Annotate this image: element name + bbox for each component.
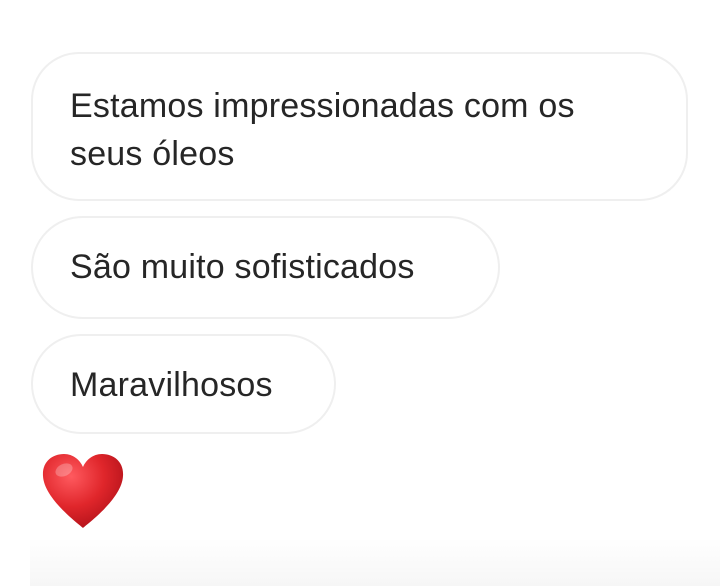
chat-thread: Estamos impressionadas com os seus óleos… [0, 0, 720, 586]
heart-shape [42, 454, 124, 528]
red-heart-icon[interactable] [40, 452, 126, 532]
message-bubble[interactable]: Estamos impressionadas com os seus óleos [31, 52, 688, 201]
composer-area-edge [30, 538, 720, 586]
message-bubble[interactable]: Maravilhosos [31, 334, 336, 434]
message-text: São muito sofisticados [70, 248, 415, 286]
message-text: Maravilhosos [70, 366, 273, 404]
message-text: Estamos impressionadas com os seus óleos [70, 87, 575, 173]
message-bubble[interactable]: São muito sofisticados [31, 216, 500, 319]
